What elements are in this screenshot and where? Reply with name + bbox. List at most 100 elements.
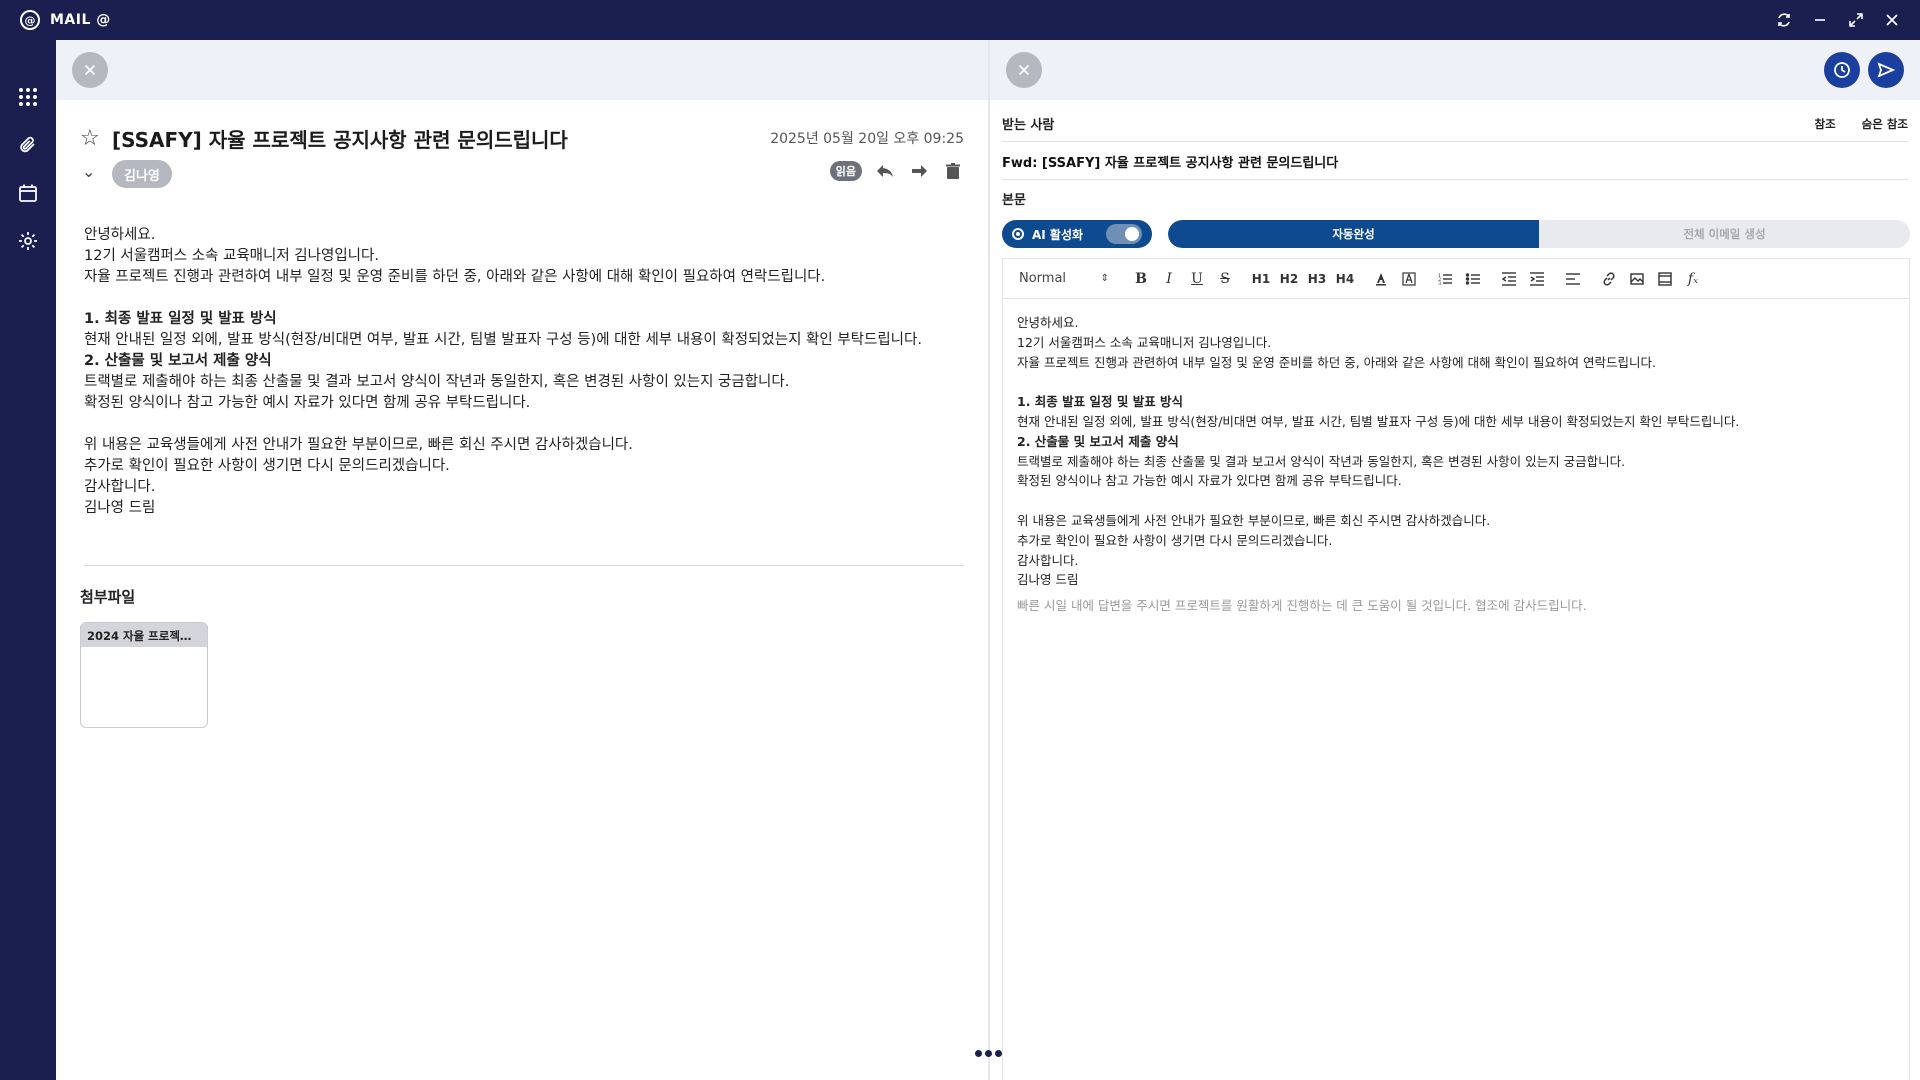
- h4-icon[interactable]: H4: [1335, 269, 1355, 289]
- maximize-icon[interactable]: [1848, 12, 1864, 28]
- indent-icon[interactable]: [1527, 269, 1547, 289]
- rich-text-editor: Normal ⇕ B I U S H1 H2 H3 H4 1 2 3 𝑓ₓ 안녕…: [1002, 258, 1910, 1080]
- editor-line: 위 내용은 교육생들에게 사전 안내가 필요한 부분이므로, 빠른 회신 주시면…: [1017, 512, 1491, 528]
- mail-body-line: [84, 288, 964, 309]
- apps-grid-icon[interactable]: [16, 85, 40, 109]
- dot: [985, 1050, 992, 1057]
- sender-chip[interactable]: 김나영: [112, 160, 172, 188]
- link-icon[interactable]: [1599, 269, 1619, 289]
- color-group: [1371, 269, 1419, 289]
- close-compose-button[interactable]: [1006, 52, 1042, 88]
- dot: [995, 1050, 1002, 1057]
- nav-rail: [0, 40, 56, 1080]
- h2-icon[interactable]: H2: [1279, 269, 1299, 289]
- subject-row[interactable]: Fwd: [SSAFY] 자율 프로젝트 공지사항 관련 문의드립니다: [1002, 144, 1908, 180]
- highlight-icon[interactable]: [1399, 269, 1419, 289]
- font-color-icon[interactable]: [1371, 269, 1391, 289]
- editor-line: 1. 최종 발표 일정 및 발표 방식: [1017, 394, 1184, 410]
- mail-subject: [SSAFY] 자율 프로젝트 공지사항 관련 문의드립니다: [112, 128, 568, 152]
- image-icon[interactable]: [1627, 269, 1647, 289]
- star-icon[interactable]: ☆: [80, 126, 100, 151]
- toggle-switch[interactable]: [1106, 224, 1142, 244]
- mail-body-line: 트랙별로 제출해야 하는 최종 산출물 및 결과 보고서 양식이 작년과 동일한…: [84, 374, 790, 390]
- minimize-icon[interactable]: [1812, 12, 1828, 28]
- mail-date: 2025년 05월 20일 오후 09:25: [770, 131, 964, 147]
- ai-suggestion-text: 빠른 시일 내에 답변을 주시면 프로젝트를 원활하게 진행하는 데 큰 도움이…: [1017, 598, 1587, 614]
- mail-body-line: 추가로 확인이 필요한 사항이 생기면 다시 문의드리겠습니다.: [84, 458, 450, 474]
- forward-icon[interactable]: [908, 160, 930, 182]
- close-icon[interactable]: [1884, 12, 1900, 28]
- mail-body-line: 12기 서울캠퍼스 소속 교육매니저 김나영입니다.: [84, 248, 379, 264]
- tab-full-generate[interactable]: 전체 이메일 생성: [1539, 220, 1910, 248]
- app-title: MAIL @: [50, 12, 111, 28]
- video-icon[interactable]: [1655, 269, 1675, 289]
- recipient-label: 받는 사람: [1002, 118, 1055, 133]
- ai-toggle-label: AI 활성화: [1032, 227, 1084, 242]
- bullet-list-icon[interactable]: [1463, 269, 1483, 289]
- text-style-group: B I U S: [1131, 269, 1235, 289]
- schedule-send-button[interactable]: [1824, 52, 1860, 88]
- calendar-icon[interactable]: [16, 181, 40, 205]
- body-label-row: 본문: [1002, 180, 1908, 216]
- read-status-badge: 읽음: [829, 161, 862, 181]
- tab-autocomplete[interactable]: 자동완성: [1168, 220, 1539, 248]
- bcc-button[interactable]: 숨은 참조: [1862, 116, 1908, 132]
- attachment-name: 2024 자율 프로젝트 ...: [81, 623, 207, 647]
- chevron-down-icon[interactable]: ⌄: [82, 162, 95, 181]
- editor-line: 추가로 확인이 필요한 사항이 생기면 다시 문의드리겠습니다.: [1017, 532, 1333, 548]
- strikethrough-icon[interactable]: S: [1215, 269, 1235, 289]
- radio-icon: [1012, 228, 1024, 240]
- h1-icon[interactable]: H1: [1251, 269, 1271, 289]
- editor-line: 자율 프로젝트 진행과 관련하여 내부 일정 및 운영 준비를 하던 중, 아래…: [1017, 354, 1656, 370]
- subject-field[interactable]: Fwd: [SSAFY] 자율 프로젝트 공지사항 관련 문의드립니다: [1002, 152, 1338, 171]
- editor-content[interactable]: 안녕하세요. 12기 서울캠퍼스 소속 교육매니저 김나영입니다. 자율 프로젝트…: [1003, 299, 1909, 630]
- align-left-icon[interactable]: [1563, 269, 1583, 289]
- outdent-icon[interactable]: [1499, 269, 1519, 289]
- mail-body: 안녕하세요. 12기 서울캠퍼스 소속 교육매니저 김나영입니다. 자율 프로젝트 …: [84, 225, 964, 519]
- underline-icon[interactable]: U: [1187, 269, 1207, 289]
- editor-line: 2. 산출물 및 보고서 제출 양식: [1017, 433, 1179, 449]
- mail-body-line: 현재 안내된 일정 외에, 발표 방식(현장/비대면 여부, 발표 시간, 팀별…: [84, 332, 922, 348]
- indent-group: [1499, 269, 1547, 289]
- ordered-list-icon[interactable]: 123: [1435, 269, 1455, 289]
- editor-line: 12기 서울캠퍼스 소속 교육매니저 김나영입니다.: [1017, 334, 1272, 350]
- mail-body-line: 1. 최종 발표 일정 및 발표 방식: [84, 311, 277, 327]
- mail-actions: 읽음: [829, 160, 964, 182]
- refresh-icon[interactable]: [1776, 12, 1792, 28]
- updown-icon: ⇕: [1100, 273, 1109, 284]
- ai-controls: AI 활성화 자동완성 전체 이메일 생성: [1002, 220, 1910, 248]
- bold-icon[interactable]: B: [1131, 269, 1151, 289]
- list-group: 123: [1435, 269, 1483, 289]
- formula-icon[interactable]: 𝑓ₓ: [1683, 269, 1703, 289]
- gear-icon[interactable]: [16, 229, 40, 253]
- attachment-card[interactable]: 2024 자율 프로젝트 ...: [80, 622, 208, 728]
- compose-pane: 받는 사람 참조 숨은 참조 Fwd: [SSAFY] 자율 프로젝트 공지사항…: [990, 40, 1920, 1080]
- paperclip-icon[interactable]: [16, 133, 40, 157]
- ai-toggle[interactable]: AI 활성화: [1002, 220, 1152, 248]
- reply-icon[interactable]: [874, 160, 896, 182]
- dot: [975, 1050, 982, 1057]
- format-select[interactable]: Normal ⇕: [1019, 271, 1109, 286]
- trash-icon[interactable]: [942, 160, 964, 182]
- recipient-row[interactable]: 받는 사람 참조 숨은 참조: [1002, 106, 1908, 142]
- format-select-value: Normal: [1019, 271, 1067, 286]
- editor-toolbar: Normal ⇕ B I U S H1 H2 H3 H4 1 2 3 𝑓ₓ: [1003, 259, 1909, 299]
- heading-group: H1 H2 H3 H4: [1251, 269, 1355, 289]
- svg-text:3: 3: [1438, 281, 1441, 287]
- align-group: [1563, 269, 1583, 289]
- mail-body-line: 안녕하세요.: [84, 227, 156, 243]
- window-controls: [1776, 0, 1900, 40]
- cc-links: 참조 숨은 참조: [1815, 116, 1909, 132]
- body-label: 본문: [1002, 192, 1026, 208]
- mail-body-line: [84, 414, 964, 435]
- editor-line: [1017, 372, 1895, 392]
- cc-button[interactable]: 참조: [1815, 116, 1836, 132]
- send-button[interactable]: [1868, 52, 1904, 88]
- insert-group: 𝑓ₓ: [1599, 269, 1703, 289]
- close-viewer-button[interactable]: [72, 52, 108, 88]
- editor-line: 김나영 드림: [1017, 572, 1079, 588]
- splitter-handle[interactable]: [975, 1050, 1005, 1060]
- italic-icon[interactable]: I: [1159, 269, 1179, 289]
- divider: [84, 565, 964, 566]
- h3-icon[interactable]: H3: [1307, 269, 1327, 289]
